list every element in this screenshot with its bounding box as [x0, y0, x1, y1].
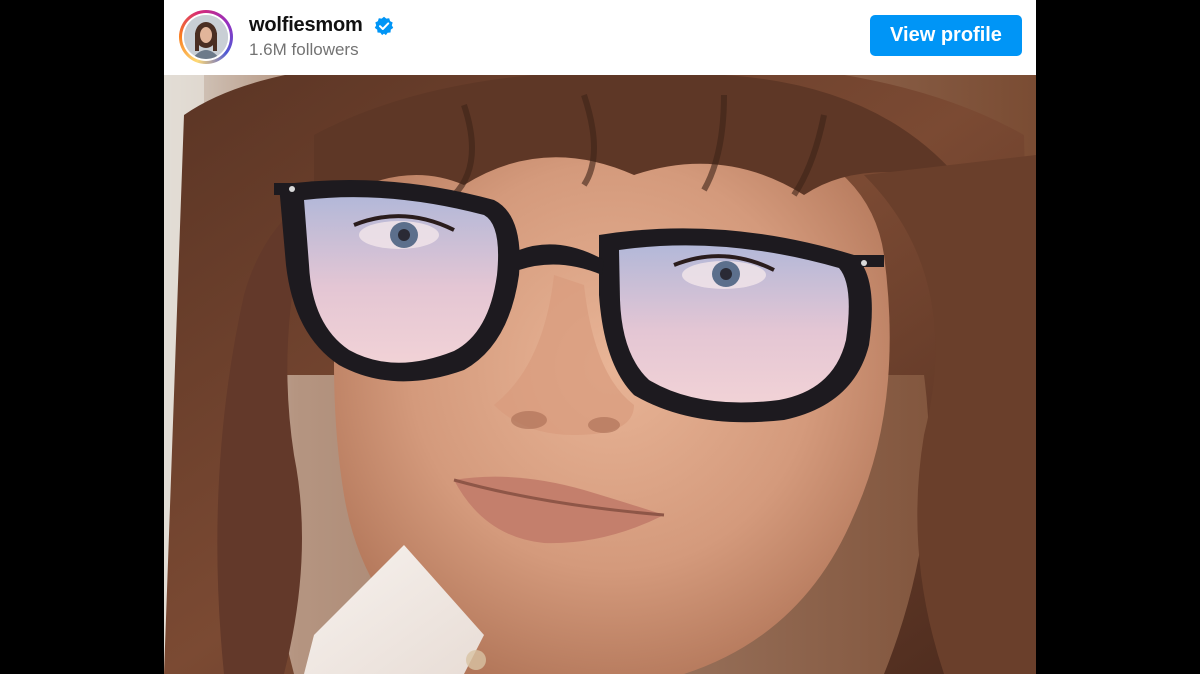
- post-photo-illustration: [164, 75, 1036, 674]
- page-backdrop: wolfiesmom 1.6M followers View profile: [0, 0, 1200, 674]
- avatar-image: [184, 15, 228, 59]
- post-image[interactable]: [164, 75, 1036, 674]
- avatar[interactable]: [179, 10, 233, 64]
- embed-header: wolfiesmom 1.6M followers View profile: [164, 0, 1036, 75]
- instagram-embed: wolfiesmom 1.6M followers View profile: [164, 0, 1036, 674]
- follower-count: 1.6M followers: [249, 40, 359, 59]
- username[interactable]: wolfiesmom: [249, 14, 363, 37]
- verified-check-icon: [374, 16, 394, 36]
- view-profile-button[interactable]: View profile: [870, 15, 1022, 56]
